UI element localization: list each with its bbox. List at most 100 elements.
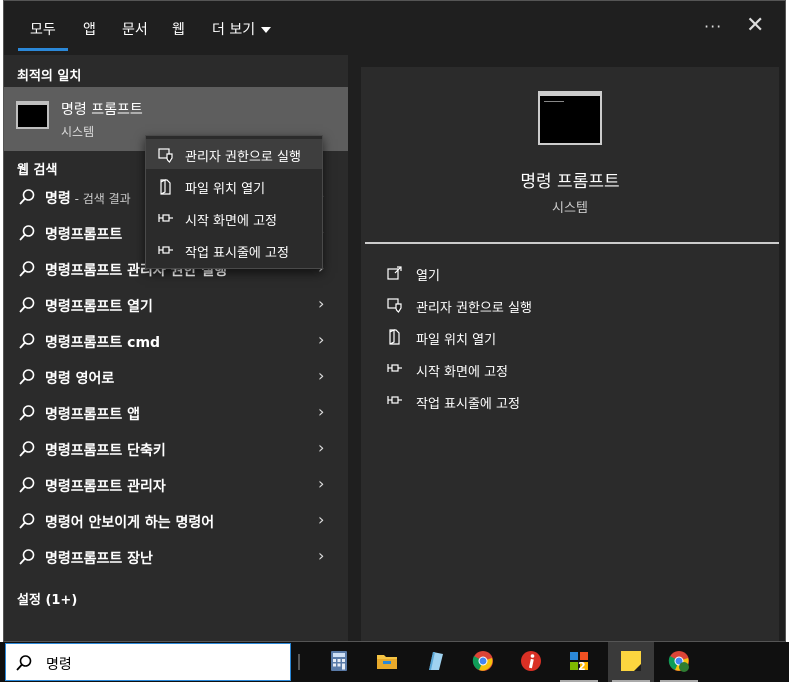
taskbar: 명령 2 — [0, 642, 789, 682]
file-location-icon — [158, 179, 172, 195]
chrome-icon — [472, 650, 494, 672]
search-icon — [18, 440, 36, 458]
web-search-result[interactable]: 명령프롬프트 cmd › — [4, 323, 348, 359]
search-icon — [18, 296, 36, 314]
chevron-right-icon[interactable]: › — [318, 474, 324, 493]
detail-action-label: 관리자 권한으로 실행 — [416, 301, 532, 316]
search-icon — [16, 655, 32, 671]
detail-subtitle: 시스템 — [552, 201, 588, 216]
detail-pane: 명령 프롬프트 시스템 열기관리자 권한으로 실행파일 위치 열기시작 화면에 … — [361, 67, 779, 641]
web-search-result[interactable]: 명령 영어로 › — [4, 359, 348, 395]
command-prompt-icon — [16, 101, 49, 129]
tab-apps[interactable]: 앱 — [83, 19, 96, 53]
search-icon — [18, 368, 36, 386]
detail-action-label: 열기 — [416, 269, 440, 284]
context-menu-label: 파일 위치 열기 — [185, 182, 266, 197]
detail-action-label: 파일 위치 열기 — [416, 333, 497, 348]
tab-all[interactable]: 모두 — [18, 19, 68, 53]
result-text: 명령프롬프트 관리자 — [45, 479, 166, 495]
search-icon — [18, 260, 36, 278]
result-text: 명령프롬프트 열기 — [45, 299, 153, 315]
web-search-result[interactable]: 명령프롬프트 관리자 › — [4, 467, 348, 503]
shield-icon — [158, 147, 173, 163]
taskbar-app[interactable] — [508, 642, 554, 682]
context-menu-label: 관리자 권한으로 실행 — [185, 150, 301, 165]
detail-action[interactable]: 작업 표시줄에 고정 — [361, 386, 779, 416]
web-search-result[interactable]: 명령프롬프트 열기 › — [4, 287, 348, 323]
search-icon — [18, 224, 36, 242]
web-search-result[interactable]: 명령어 안보이게 하는 명령어 › — [4, 503, 348, 539]
command-prompt-large-icon — [538, 91, 602, 145]
pin-icon — [387, 361, 403, 377]
caret-down-icon — [261, 27, 272, 33]
detail-action[interactable]: 시작 화면에 고정 — [361, 354, 779, 384]
info-app-icon — [520, 650, 542, 672]
badge-count: 2 — [578, 660, 586, 673]
taskbar-app[interactable] — [364, 642, 410, 682]
detail-action[interactable]: 열기 — [361, 258, 779, 288]
settings-header: 설정 (1+) — [17, 593, 78, 608]
file-location-icon — [387, 329, 403, 345]
chevron-right-icon[interactable]: › — [318, 402, 324, 421]
taskbar-search-box[interactable]: 명령 — [5, 643, 291, 681]
best-match-title: 명령 프롬프트 — [61, 102, 143, 118]
search-icon — [18, 476, 36, 494]
taskbar-app[interactable] — [608, 642, 654, 682]
more-options-button[interactable]: ··· — [704, 17, 722, 36]
best-match-subtitle: 시스템 — [61, 125, 95, 139]
file-explorer-icon — [376, 650, 398, 672]
close-button[interactable]: ✕ — [746, 13, 764, 38]
filter-tabs-bar: 모두 앱 문서 웹 더 보기 ··· ✕ — [4, 1, 785, 55]
pin-icon — [158, 211, 173, 225]
context-menu-label: 시작 화면에 고정 — [185, 214, 277, 229]
start-search-panel: 모두 앱 문서 웹 더 보기 ··· ✕ 최적의 일치 명령 프롬프트 시스템 … — [3, 0, 786, 642]
context-menu-label: 작업 표시줄에 고정 — [185, 246, 289, 261]
search-icon — [18, 548, 36, 566]
shield-icon — [387, 297, 403, 313]
web-search-result[interactable]: 명령프롬프트 앱 › — [4, 395, 348, 431]
tab-more[interactable]: 더 보기 — [212, 19, 272, 53]
tab-more-label: 더 보기 — [212, 22, 256, 38]
taskbar-app[interactable] — [316, 642, 362, 682]
taskbar-app[interactable] — [460, 642, 506, 682]
result-text: 명령프롬프트 — [45, 227, 123, 243]
best-match-header: 최적의 일치 — [17, 69, 82, 84]
chevron-right-icon[interactable]: › — [318, 438, 324, 457]
context-menu-item[interactable]: 관리자 권한으로 실행 — [146, 139, 322, 169]
chevron-right-icon[interactable]: › — [318, 294, 324, 313]
search-input[interactable]: 명령 — [46, 654, 72, 674]
result-text: 명령어 안보이게 하는 명령어 — [45, 515, 215, 531]
taskbar-app[interactable] — [412, 642, 458, 682]
result-text: 명령 영어로 — [45, 371, 115, 387]
taskbar-separator — [298, 654, 300, 670]
result-text: 명령프롬프트 cmd — [45, 335, 161, 351]
taskbar-app[interactable]: 2 — [556, 642, 602, 682]
chevron-right-icon[interactable]: › — [318, 366, 324, 385]
context-menu-item[interactable]: 시작 화면에 고정 — [146, 203, 322, 233]
context-menu-item[interactable]: 작업 표시줄에 고정 — [146, 235, 322, 265]
tab-documents[interactable]: 문서 — [122, 19, 148, 53]
detail-action-label: 시작 화면에 고정 — [416, 365, 508, 380]
detail-action[interactable]: 파일 위치 열기 — [361, 322, 779, 352]
detail-action[interactable]: 관리자 권한으로 실행 — [361, 290, 779, 320]
result-text: 명령 - 검색 결과 — [45, 191, 131, 207]
context-menu: 관리자 권한으로 실행파일 위치 열기시작 화면에 고정작업 표시줄에 고정 — [145, 135, 323, 269]
chevron-right-icon[interactable]: › — [318, 546, 324, 565]
result-text: 명령프롬프트 앱 — [45, 407, 141, 423]
chevron-right-icon[interactable]: › — [318, 510, 324, 529]
web-search-result[interactable]: 명령프롬프트 장난 › — [4, 539, 348, 575]
detail-title: 명령 프롬프트 — [520, 172, 620, 192]
result-text: 명령프롬프트 장난 — [45, 551, 153, 567]
open-icon — [387, 265, 403, 281]
calculator-icon — [328, 650, 350, 672]
web-search-result[interactable]: 명령프롬프트 단축키 › — [4, 431, 348, 467]
search-icon — [18, 332, 36, 350]
context-menu-item[interactable]: 파일 위치 열기 — [146, 171, 322, 201]
web-search-header: 웹 검색 — [17, 163, 58, 178]
tab-web[interactable]: 웹 — [172, 19, 185, 53]
taskbar-app[interactable] — [656, 642, 702, 682]
result-text: 명령프롬프트 단축키 — [45, 443, 166, 459]
chevron-right-icon[interactable]: › — [318, 330, 324, 349]
notepad-icon — [424, 650, 446, 672]
search-icon — [18, 188, 36, 206]
